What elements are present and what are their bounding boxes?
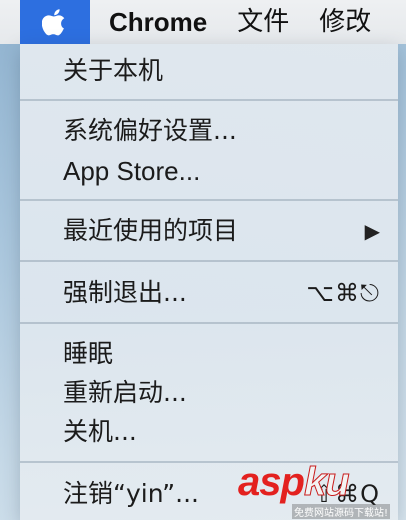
menu-item-recent-items-label: 最近使用的项目 bbox=[63, 216, 239, 245]
menu-item-about-label: 关于本机 bbox=[63, 56, 164, 85]
menu-item-sleep-label: 睡眠 bbox=[63, 339, 114, 368]
watermark-brand: aspku bbox=[238, 460, 350, 505]
watermark-tagline: 免费网站源码下载站! bbox=[292, 504, 391, 519]
menubar-file[interactable]: 文件 bbox=[237, 0, 289, 44]
menu-bar: Chrome 文件 修改 bbox=[0, 0, 406, 44]
watermark-brand-asp: asp bbox=[238, 460, 305, 504]
watermark-logo: aspku 免费网站源码下载站! bbox=[232, 460, 406, 520]
watermark-brand-ku: ku bbox=[303, 460, 350, 505]
menu-item-restart-label: 重新启动... bbox=[63, 378, 187, 407]
menu-item-recent-items[interactable]: 最近使用的项目 ▶ bbox=[63, 211, 380, 251]
menu-separator bbox=[20, 99, 398, 101]
force-quit-shortcut: ⌥⌘⎋ bbox=[306, 279, 380, 307]
apple-logo-icon bbox=[42, 7, 68, 37]
menu-item-about[interactable]: 关于本机 bbox=[63, 51, 380, 91]
menu-separator bbox=[20, 322, 398, 324]
menu-item-app-store[interactable]: App Store... bbox=[63, 151, 380, 191]
submenu-arrow-icon: ▶ bbox=[364, 219, 380, 243]
menu-item-sleep[interactable]: 睡眠 bbox=[63, 334, 380, 374]
menu-item-shutdown-label: 关机... bbox=[63, 417, 137, 446]
menu-item-shutdown[interactable]: 关机... bbox=[63, 412, 380, 452]
menu-separator bbox=[20, 260, 398, 262]
menu-item-restart[interactable]: 重新启动... bbox=[63, 373, 380, 413]
menu-item-force-quit[interactable]: 强制退出... ⌥⌘⎋ bbox=[63, 273, 380, 313]
apple-dropdown-menu: 关于本机 系统偏好设置... App Store... 最近使用的项目 ▶ 强制… bbox=[20, 44, 398, 520]
menu-item-logout-label: 注销“yin”... bbox=[63, 479, 199, 508]
apple-menu-button[interactable] bbox=[20, 0, 90, 44]
menubar-edit[interactable]: 修改 bbox=[319, 0, 371, 44]
menubar-app-name[interactable]: Chrome bbox=[109, 0, 207, 44]
menu-item-force-quit-label: 强制退出... bbox=[63, 278, 187, 307]
menu-item-app-store-label: App Store... bbox=[63, 156, 201, 186]
menu-item-system-preferences[interactable]: 系统偏好设置... bbox=[63, 111, 380, 151]
menu-item-system-preferences-label: 系统偏好设置... bbox=[63, 116, 237, 145]
menu-separator bbox=[20, 199, 398, 201]
